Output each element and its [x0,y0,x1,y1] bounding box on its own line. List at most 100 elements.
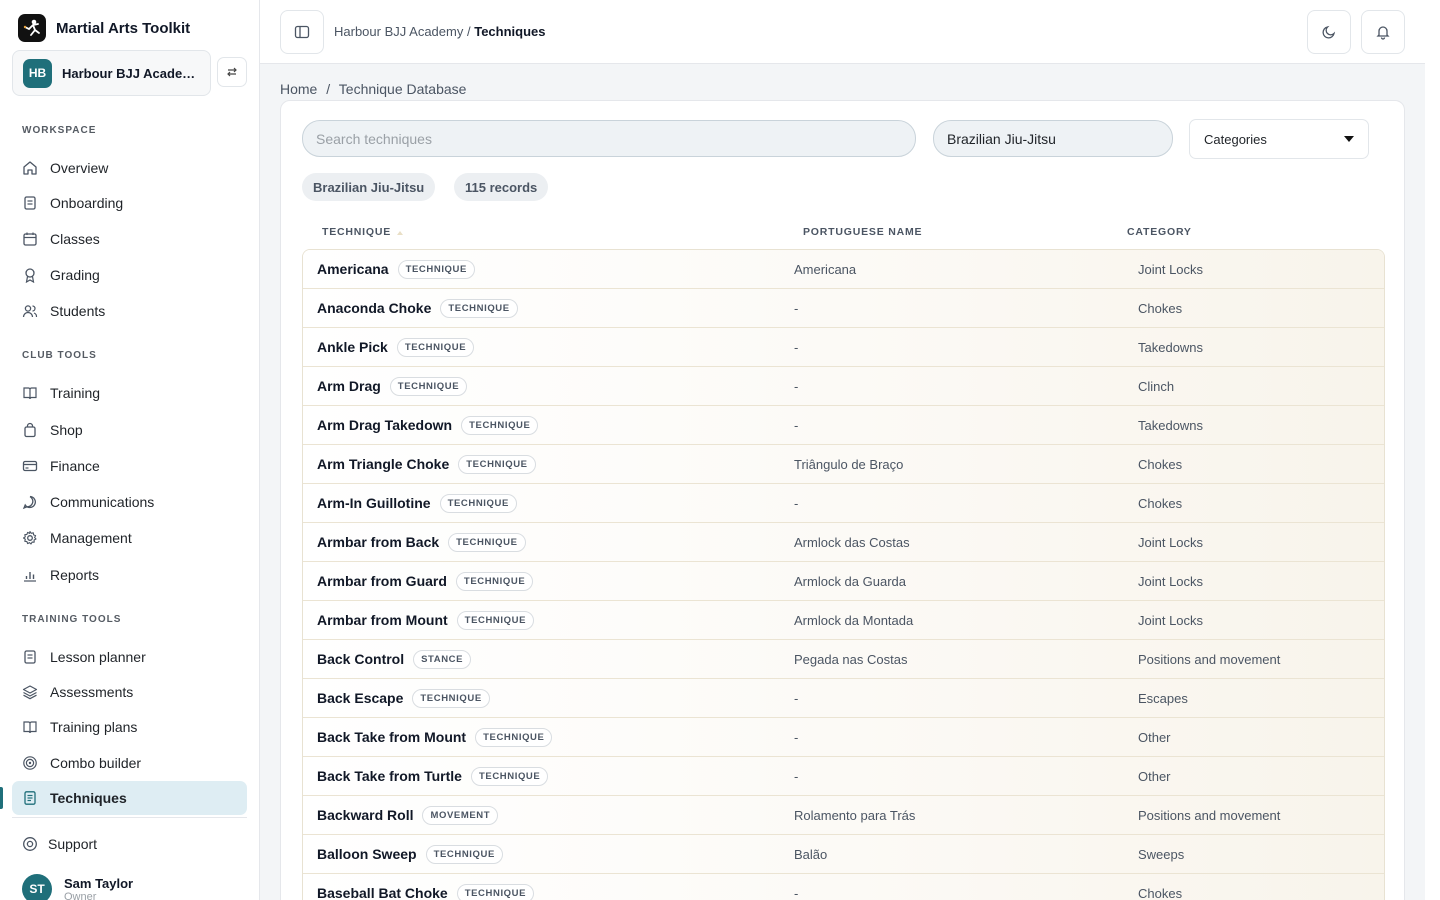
sidebar-item-label: Assessments [50,684,134,700]
table-row[interactable]: Backward Roll MOVEMENT Rolamento para Trás… [303,796,1384,835]
technique-name[interactable]: Arm Triangle Choke [317,456,449,472]
category-cell: Joint Locks [1138,261,1204,277]
table-row[interactable]: Back Take from Mount TECHNIQUE - Other [303,718,1384,757]
column-header-technique[interactable]: TECHNIQUE [322,226,404,238]
technique-cell: Ankle Pick TECHNIQUE [317,328,475,366]
categories-dropdown[interactable]: Categories [1189,119,1369,159]
technique-name[interactable]: Baseball Bat Choke [317,885,448,900]
type-badge: STANCE [413,649,472,669]
brand[interactable]: Martial Arts Toolkit [18,14,190,42]
category-cell: Chokes [1138,300,1183,316]
bell-icon [1376,26,1390,40]
technique-name[interactable]: Balloon Sweep [317,846,417,862]
sidebar-item-training[interactable]: Training [12,376,247,410]
sidebar-item-label: Students [50,303,106,319]
category-cell: Positions and movement [1138,807,1281,823]
sort-icon [397,230,404,235]
technique-name[interactable]: Armbar from Back [317,534,439,550]
home-icon [22,160,38,176]
table-row[interactable]: Balloon Sweep TECHNIQUE Balão Sweeps [303,835,1384,874]
technique-name[interactable]: Arm Drag [317,378,381,394]
sidebar-item-management[interactable]: Management [12,521,247,555]
technique-name[interactable]: Back Take from Turtle [317,768,462,784]
search-input[interactable] [302,120,916,157]
section-title-workspace: WORKSPACE [22,125,97,136]
divider [12,817,247,818]
column-header-category[interactable]: CATEGORY [1127,226,1192,238]
sidebar-item-reports[interactable]: Reports [12,558,247,592]
table-row[interactable]: Armbar from Guard TECHNIQUE Armlock da Gua… [303,562,1384,601]
table-row[interactable]: Americana TECHNIQUE Americana Joint Locks [303,250,1384,289]
sidebar-item-finance[interactable]: Finance [12,449,247,483]
technique-name[interactable]: Back Escape [317,690,403,706]
lifebuoy-icon [23,837,37,851]
portuguese-name-cell: Rolamento para Trás [794,807,916,823]
technique-name[interactable]: Back Control [317,651,404,667]
technique-name[interactable]: Armbar from Mount [317,612,448,628]
table-row[interactable]: Arm Drag TECHNIQUE - Clinch [303,367,1384,406]
target-icon [22,755,38,771]
sidebar-item-onboarding[interactable]: Onboarding [12,186,247,220]
credit-card-icon [22,458,38,474]
sidebar-item-classes[interactable]: Classes [12,222,247,256]
category-cell: Sweeps [1138,846,1185,862]
table-row[interactable]: Back Control STANCE Pegada nas Costas Posit… [303,640,1384,679]
category-cell: Takedowns [1138,417,1204,433]
sidebar-item-grading[interactable]: Grading [12,258,247,292]
table-row[interactable]: Arm Triangle Choke TECHNIQUE Triângulo de … [303,445,1384,484]
page-breadcrumb: Home / Technique Database [280,81,466,97]
table-row[interactable]: Ankle Pick TECHNIQUE - Takedowns [303,328,1384,367]
breadcrumb-home[interactable]: Home [280,81,317,97]
discipline-field[interactable]: Brazilian Jiu-Jitsu [933,120,1173,157]
breadcrumb-separator: / [466,24,471,39]
technique-name[interactable]: Arm-In Guillotine [317,495,431,511]
record-count-chip: 115 records [454,173,549,201]
table-row[interactable]: Armbar from Back TECHNIQUE Armlock das Cos… [303,523,1384,562]
switch-org-button[interactable] [217,57,247,87]
sidebar-item-shop[interactable]: Shop [12,413,247,447]
technique-name[interactable]: Anaconda Choke [317,300,431,316]
column-header-portuguese-name[interactable]: PORTUGUESE NAME [803,226,922,238]
org-switcher[interactable]: HB Harbour BJJ Academy [12,50,211,96]
table-row[interactable]: Anaconda Choke TECHNIQUE - Chokes [303,289,1384,328]
sidebar-item-label: Combo builder [50,755,142,771]
sidebar-item-label: Lesson planner [50,649,146,665]
table-row[interactable]: Baseball Bat Choke TECHNIQUE - Chokes [303,874,1384,900]
technique-name[interactable]: Back Take from Mount [317,729,466,745]
sidebar-item-assessments[interactable]: Assessments [12,675,247,709]
technique-name[interactable]: Americana [317,261,389,277]
technique-name[interactable]: Armbar from Guard [317,573,447,589]
category-cell: Chokes [1138,495,1183,511]
table-row[interactable]: Back Escape TECHNIQUE - Escapes [303,679,1384,718]
table-row[interactable]: Armbar from Mount TECHNIQUE Armlock da Mon… [303,601,1384,640]
portuguese-name-cell: - [794,885,799,900]
technique-name[interactable]: Arm Drag Takedown [317,417,452,433]
breadcrumb-current: Technique Database [338,81,467,97]
technique-cell: Balloon Sweep TECHNIQUE [317,835,503,873]
sidebar-item-overview[interactable]: Overview [12,151,247,185]
user-menu[interactable]: ST Sam Taylor Owner [22,874,133,900]
category-cell: Takedowns [1138,339,1204,355]
sidebar-item-lesson-planner[interactable]: Lesson planner [12,640,247,674]
sidebar-item-students[interactable]: Students [12,294,247,328]
sidebar-item-communications[interactable]: Communications [12,485,247,519]
sidebar-item-training-plans[interactable]: Training plans [12,710,247,744]
support-link[interactable]: Support [22,836,97,852]
portuguese-name-cell: - [794,768,799,784]
sidebar: Martial Arts Toolkit HB Harbour BJJ Acad… [0,0,260,900]
breadcrumb-separator: / [326,81,331,97]
sidebar-item-techniques[interactable]: Techniques [12,781,247,815]
table-row[interactable]: Arm Drag Takedown TECHNIQUE - Takedowns [303,406,1384,445]
sidebar-toggle-button[interactable] [280,10,324,54]
table-row[interactable]: Arm-In Guillotine TECHNIQUE - Chokes [303,484,1384,523]
technique-name[interactable]: Ankle Pick [317,339,388,355]
notifications-button[interactable] [1361,10,1405,54]
sidebar-item-label: Shop [50,422,83,438]
theme-toggle-button[interactable] [1307,10,1351,54]
sidebar-item-combo-builder[interactable]: Combo builder [12,746,247,780]
breadcrumb-org[interactable]: Harbour BJJ Academy [334,24,463,39]
technique-cell: Arm Drag TECHNIQUE [317,367,468,405]
technique-cell: Armbar from Guard TECHNIQUE [317,562,534,600]
technique-name[interactable]: Backward Roll [317,807,413,823]
table-row[interactable]: Back Take from Turtle TECHNIQUE - Other [303,757,1384,796]
